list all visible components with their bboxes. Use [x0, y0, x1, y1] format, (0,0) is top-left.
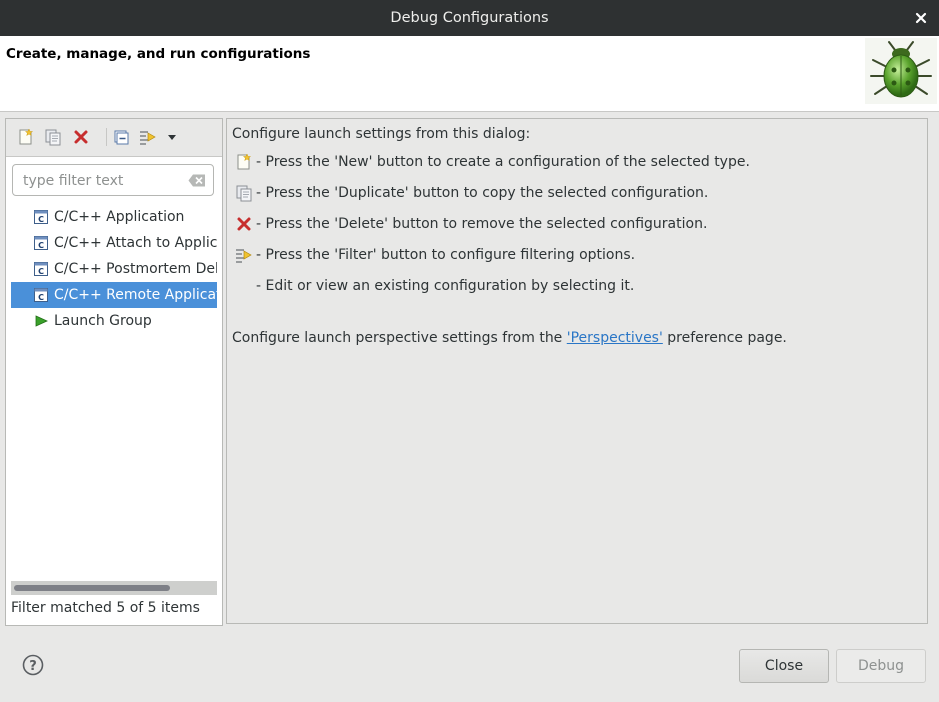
clear-filter-icon[interactable] — [188, 174, 206, 187]
tree-item-launch-group[interactable]: Launch Group — [11, 308, 217, 334]
help-line-filter: - Press the 'Filter' button to configure… — [256, 247, 636, 263]
filter-status: Filter matched 5 of 5 items — [11, 600, 200, 616]
tree-item-cpp-postmortem[interactable]: C C/C++ Postmortem Debugger — [11, 256, 217, 282]
tree-item-label: C/C++ Postmortem Debugger — [54, 261, 217, 277]
perspective-text: Configure launch perspective settings fr… — [232, 330, 787, 346]
filter-icon[interactable] — [139, 128, 157, 146]
debug-button[interactable]: Debug — [836, 649, 926, 683]
configuration-detail-panel: Configure launch settings from this dial… — [226, 118, 928, 624]
toolbar-separator — [106, 128, 107, 146]
svg-text:?: ? — [29, 659, 37, 674]
tree-item-label: C/C++ Application — [54, 209, 185, 225]
help-line-edit: - Edit or view an existing configuration… — [256, 278, 635, 294]
collapse-all-icon[interactable] — [112, 128, 130, 146]
filter-field[interactable] — [12, 164, 214, 196]
debug-bug-icon — [865, 38, 937, 104]
tree-item-cpp-attach[interactable]: C C/C++ Attach to Application — [11, 230, 217, 256]
launch-group-icon — [35, 315, 48, 327]
new-config-icon — [237, 153, 252, 170]
duplicate-icon[interactable] — [44, 128, 62, 146]
scrollbar-thumb[interactable] — [14, 585, 170, 591]
duplicate-icon — [236, 185, 252, 202]
help-line-delete: - Press the 'Delete' button to remove th… — [256, 216, 708, 232]
tree-item-cpp-remote[interactable]: C C/C++ Remote Application — [11, 282, 217, 308]
tree-item-label: C/C++ Attach to Application — [54, 235, 217, 251]
help-line-duplicate: - Press the 'Duplicate' button to copy t… — [256, 185, 709, 201]
new-config-icon[interactable] — [17, 128, 35, 146]
c-app-icon: C — [34, 288, 48, 302]
tree-toolbar — [6, 119, 222, 157]
svg-text:C: C — [38, 267, 44, 276]
filter-input[interactable] — [21, 170, 185, 192]
intro-text: Configure launch settings from this dial… — [232, 126, 531, 142]
window-title: Debug Configurations — [390, 10, 549, 26]
perspectives-link[interactable]: 'Perspectives' — [567, 330, 663, 346]
close-button[interactable]: Close — [739, 649, 829, 683]
c-app-icon: C — [34, 262, 48, 276]
tree-item-label: Launch Group — [54, 313, 152, 329]
title-bar: Debug Configurations — [0, 0, 939, 36]
svg-text:C: C — [38, 293, 44, 302]
tree-item-cpp-application[interactable]: C C/C++ Application — [11, 204, 217, 230]
help-icon[interactable]: ? — [22, 654, 44, 676]
tree-horizontal-scrollbar[interactable] — [11, 581, 217, 595]
chevron-down-icon[interactable] — [165, 128, 179, 146]
help-line-new: - Press the 'New' button to create a con… — [256, 154, 750, 170]
delete-icon[interactable] — [72, 128, 90, 146]
c-app-icon: C — [34, 236, 48, 250]
svg-text:C: C — [38, 215, 44, 224]
delete-icon — [237, 217, 251, 231]
configuration-tree-panel: C C/C++ Application C C/C++ Attach to Ap… — [5, 118, 223, 626]
dialog-banner: Create, manage, and run configurations — [0, 36, 939, 112]
banner-heading: Create, manage, and run configurations — [6, 46, 311, 62]
filter-icon — [236, 249, 252, 263]
close-icon[interactable] — [911, 8, 931, 28]
c-app-icon: C — [34, 210, 48, 224]
perspective-suffix: preference page. — [662, 330, 787, 346]
tree-item-label: C/C++ Remote Application — [54, 287, 217, 303]
svg-text:C: C — [38, 241, 44, 250]
configuration-tree: C C/C++ Application C C/C++ Attach to Ap… — [11, 204, 217, 334]
perspective-prefix: Configure launch perspective settings fr… — [232, 330, 567, 346]
